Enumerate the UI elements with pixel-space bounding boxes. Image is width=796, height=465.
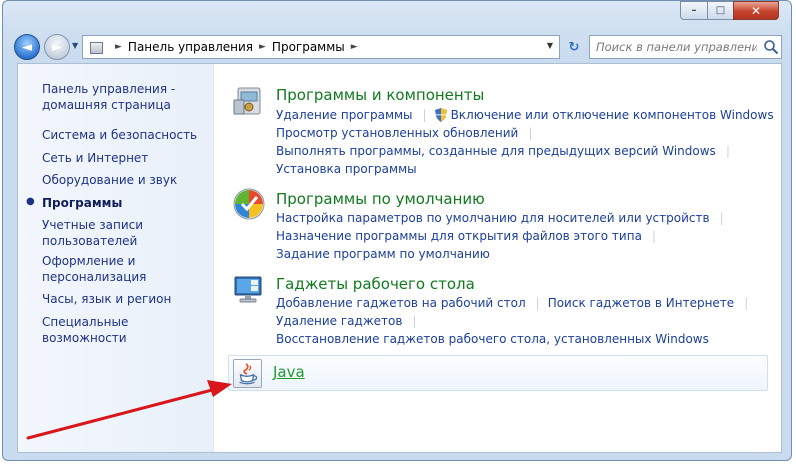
sidebar-item-programs[interactable]: Программы: [42, 195, 212, 211]
sidebar-item-security[interactable]: Система и безопасность: [42, 127, 212, 143]
main-panel: Программы и компоненты Удаление программ…: [214, 64, 781, 452]
active-bullet-icon: ●: [26, 196, 35, 207]
sidebar: Панель управления - домашняя страница Си…: [18, 64, 214, 452]
link-row: Выполнять программы, созданные для преды…: [276, 144, 738, 158]
sidebar-item-hardware[interactable]: Оборудование и звук: [42, 172, 212, 188]
link-row: Восстановление гаджетов рабочего стола, …: [276, 332, 709, 346]
minimize-button[interactable]: –: [680, 1, 707, 20]
control-panel-icon: [89, 40, 103, 54]
link-divider: |: [412, 314, 417, 328]
sidebar-item-label: Панель управления -: [42, 82, 176, 96]
sidebar-item-network[interactable]: Сеть и Интернет: [42, 150, 212, 166]
link-divider: |: [651, 229, 656, 243]
link-divider: |: [719, 211, 724, 225]
sidebar-item-accessibility[interactable]: Специальные возможности: [42, 314, 212, 346]
address-dropdown-icon[interactable]: ▼: [547, 41, 553, 50]
category-title-programs-features[interactable]: Программы и компоненты: [276, 86, 484, 104]
navigation-bar: ◄ ► ▼ ► Панель управления ► Программы ► …: [3, 31, 791, 63]
refresh-icon: ↻: [568, 39, 580, 55]
link-row: Добавление гаджетов на рабочий стол | По…: [276, 296, 756, 310]
link-row: Удаление программы | Включение или отклю…: [276, 108, 781, 122]
sidebar-item-accounts[interactable]: Учетные записи пользователей: [42, 217, 212, 249]
breadcrumb-control-panel[interactable]: Панель управления: [128, 40, 253, 54]
autoplay-settings-link[interactable]: Настройка параметров по умолчанию для но…: [276, 211, 710, 225]
recent-pages-dropdown[interactable]: ▼: [72, 41, 78, 50]
content-area: Панель управления - домашняя страница Си…: [17, 63, 782, 453]
breadcrumb-separator[interactable]: ►: [115, 42, 122, 52]
link-row: Удаление гаджетов |: [276, 314, 424, 328]
link-row: Задание программ по умолчанию: [276, 247, 490, 261]
java-link[interactable]: Java: [273, 363, 305, 381]
forward-arrow-icon: ►: [52, 39, 62, 55]
category-title-desktop-gadgets[interactable]: Гаджеты рабочего стола: [276, 275, 475, 293]
java-icon: [233, 359, 262, 388]
install-program-link[interactable]: Установка программы: [276, 162, 417, 176]
breadcrumb-programs[interactable]: Программы: [272, 40, 345, 54]
breadcrumb-separator[interactable]: ►: [259, 42, 266, 52]
back-arrow-icon: ◄: [22, 39, 32, 55]
address-bar[interactable]: ► Панель управления ► Программы ► ▼: [82, 35, 560, 59]
find-gadgets-online-link[interactable]: Поиск гаджетов в Интернете: [548, 296, 735, 310]
search-icon[interactable]: [763, 39, 779, 55]
link-divider: |: [725, 144, 730, 158]
restore-gadgets-link[interactable]: Восстановление гаджетов рабочего стола, …: [276, 332, 709, 346]
close-button[interactable]: ✕: [733, 1, 779, 20]
link-row: Просмотр установленных обновлений |: [276, 126, 540, 140]
file-association-link[interactable]: Назначение программы для открытия файлов…: [276, 229, 642, 243]
back-button[interactable]: ◄: [14, 34, 40, 60]
link-divider: |: [422, 108, 427, 122]
sidebar-item-label: Оформление и: [42, 254, 136, 268]
caption-buttons: – □ ✕: [680, 1, 779, 20]
compatibility-link[interactable]: Выполнять программы, созданные для преды…: [276, 144, 716, 158]
uninstall-gadgets-link[interactable]: Удаление гаджетов: [276, 314, 402, 328]
sidebar-item-appearance[interactable]: Оформление и персонализация: [42, 253, 212, 285]
sidebar-item-home[interactable]: Панель управления - домашняя страница: [42, 81, 212, 113]
control-panel-window: – □ ✕ ◄ ► ▼ ► Панель управления ► Програ…: [2, 0, 792, 461]
default-programs-icon: [233, 188, 265, 220]
forward-button[interactable]: ►: [44, 34, 70, 60]
programs-features-icon: [233, 87, 261, 115]
set-default-programs-link[interactable]: Задание программ по умолчанию: [276, 247, 490, 261]
link-row: Назначение программы для открытия файлов…: [276, 229, 664, 243]
sidebar-item-clock-language[interactable]: Часы, язык и регион: [42, 291, 212, 307]
category-title-default-programs[interactable]: Программы по умолчанию: [276, 190, 485, 208]
view-updates-link[interactable]: Просмотр установленных обновлений: [276, 126, 518, 140]
search-input[interactable]: [589, 35, 782, 59]
java-item[interactable]: Java: [228, 355, 768, 391]
link-divider: |: [535, 296, 540, 310]
sidebar-item-label: домашняя страница: [42, 98, 171, 112]
link-row: Настройка параметров по умолчанию для но…: [276, 211, 732, 225]
link-divider: |: [744, 296, 749, 310]
sidebar-item-label: персонализация: [42, 270, 147, 284]
link-divider: |: [528, 126, 533, 140]
desktop-gadgets-icon: [234, 276, 262, 303]
windows-features-link[interactable]: Включение или отключение компонентов Win…: [451, 108, 774, 122]
maximize-button[interactable]: □: [707, 1, 733, 20]
uac-shield-icon: [434, 108, 447, 122]
add-gadgets-link[interactable]: Добавление гаджетов на рабочий стол: [276, 296, 526, 310]
sidebar-item-label: пользователей: [42, 234, 138, 248]
sidebar-item-label: Учетные записи: [42, 218, 144, 232]
link-row: Установка программы: [276, 162, 417, 176]
breadcrumb-separator[interactable]: ►: [351, 42, 358, 52]
refresh-button[interactable]: ↻: [563, 35, 585, 59]
uninstall-program-link[interactable]: Удаление программы: [276, 108, 413, 122]
